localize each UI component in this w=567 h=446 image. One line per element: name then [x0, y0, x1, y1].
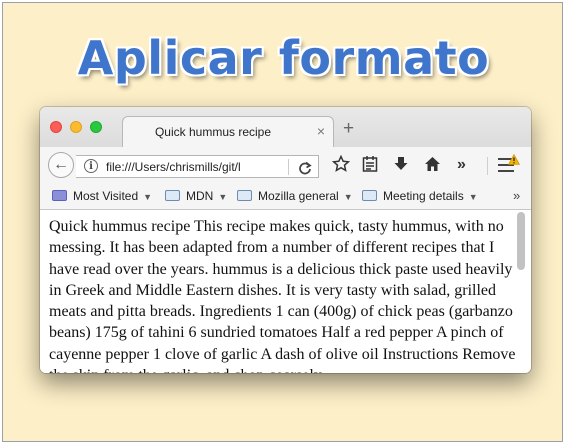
tab-quick-hummus-recipe[interactable]: Quick hummus recipe ×: [122, 116, 334, 148]
minimize-window-button[interactable]: [70, 121, 82, 133]
bookmark-meeting-details[interactable]: Meeting details ▼: [362, 189, 478, 203]
folder-icon: [165, 190, 180, 201]
back-button[interactable]: ←: [48, 152, 74, 178]
bookmark-mozilla-general[interactable]: Mozilla general ▼: [237, 189, 353, 203]
address-bar[interactable]: i file:///Users/chrismills/git/l: [76, 155, 319, 178]
bookmark-most-visited[interactable]: Most Visited ▼: [52, 189, 152, 203]
bookmarks-toolbar: Most Visited ▼ MDN ▼ Mozilla general ▼ Meet…: [40, 184, 531, 210]
close-window-button[interactable]: [50, 121, 62, 133]
bookmarks-overflow-icon[interactable]: »: [513, 188, 520, 203]
zoom-window-button[interactable]: [90, 121, 102, 133]
bookmark-star-icon[interactable]: [331, 154, 351, 179]
home-icon[interactable]: [424, 155, 441, 179]
page-content: Quick hummus recipe This recipe makes qu…: [40, 210, 531, 373]
url-divider: [288, 159, 289, 175]
tab-title: Quick hummus recipe: [154, 125, 272, 139]
toolbar-divider: [487, 157, 488, 175]
close-tab-icon[interactable]: ×: [317, 123, 325, 139]
slide-frame: Aplicar formato Quick hummus recipe × + …: [2, 2, 563, 442]
slide-title: Aplicar formato: [77, 31, 490, 85]
bookmark-label: Meeting details: [383, 189, 464, 203]
reading-list-icon[interactable]: [362, 155, 378, 179]
page-body-text: Quick hummus recipe This recipe makes qu…: [49, 218, 516, 373]
folder-icon: [237, 190, 252, 201]
bookmark-mdn[interactable]: MDN ▼: [165, 189, 227, 203]
chevron-down-icon: ▼: [218, 192, 228, 202]
downloads-icon[interactable]: [393, 155, 409, 179]
navigation-toolbar: ← i file:///Users/chrismills/git/l »: [40, 147, 531, 184]
reload-icon[interactable]: [298, 157, 312, 179]
bookmark-label: Mozilla general: [258, 189, 339, 203]
info-icon[interactable]: i: [84, 159, 98, 173]
folder-icon: [52, 190, 67, 201]
bookmark-label: MDN: [186, 189, 214, 203]
chevron-down-icon: ▼: [143, 192, 153, 202]
url-text[interactable]: file:///Users/chrismills/git/l: [106, 160, 284, 174]
folder-icon: [362, 190, 377, 201]
title-bar: Quick hummus recipe × +: [40, 107, 531, 148]
chevron-down-icon: ▼: [468, 192, 478, 202]
bookmark-label: Most Visited: [73, 189, 139, 203]
overflow-chevron-icon[interactable]: »: [457, 155, 466, 175]
warning-icon: [507, 152, 521, 165]
browser-window: Quick hummus recipe × + ← i file:///User…: [40, 107, 531, 373]
new-tab-button[interactable]: +: [343, 119, 354, 139]
chevron-down-icon: ▼: [343, 192, 353, 202]
vertical-scrollbar[interactable]: [517, 212, 525, 270]
